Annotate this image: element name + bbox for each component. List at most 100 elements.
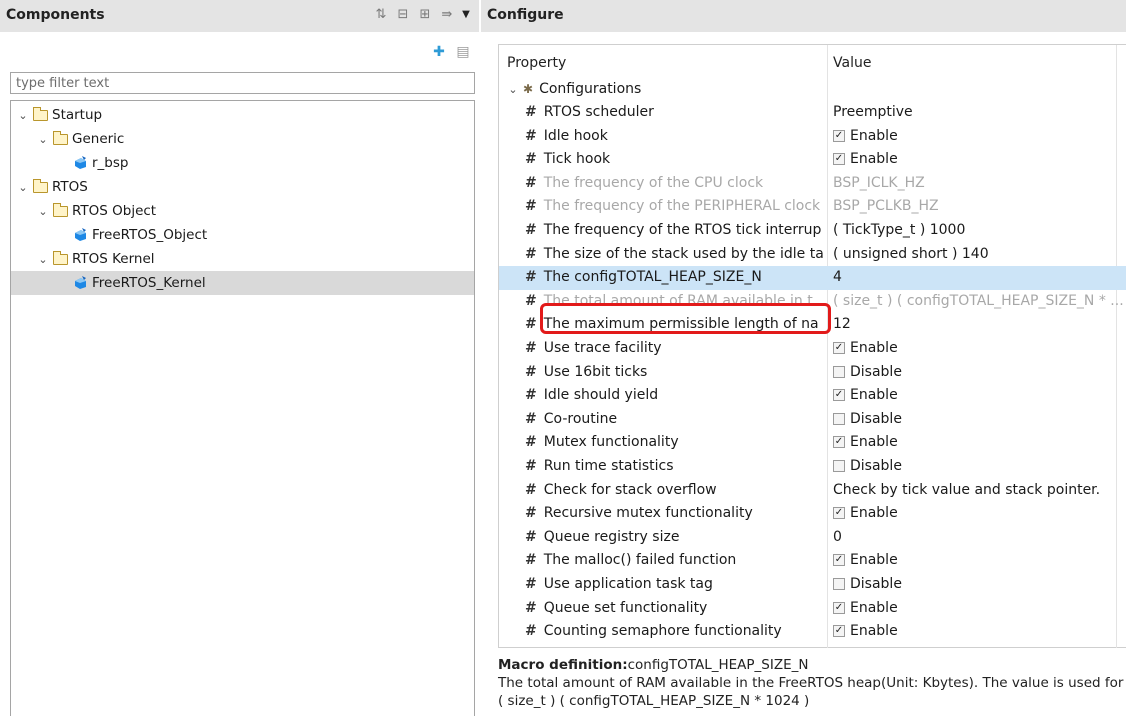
checkbox-checked[interactable]: ✓ [833,129,845,142]
property-row[interactable]: # Idle should yield ✓ Enable [499,384,1126,408]
property-row[interactable]: # Use application task tag Disable [499,573,1126,597]
property-row[interactable]: # The configTOTAL_HEAP_SIZE_N 4 [499,266,1126,290]
property-row[interactable]: # Queue set functionality ✓ Enable [499,597,1126,621]
macro-hash-icon: # [525,576,537,592]
checkbox-unchecked[interactable] [833,578,845,590]
property-row[interactable]: # Counting semaphore functionality ✓ Enable [499,620,1126,644]
value-cell[interactable]: BSP_ICLK_HZ [833,175,1123,191]
checkbox-checked[interactable]: ✓ [833,554,845,567]
value-cell[interactable]: ✓ Enable [833,340,1123,356]
value-cell[interactable]: ( unsigned short ) 140 [833,246,1123,262]
checkbox-unchecked[interactable] [833,365,845,378]
value-cell[interactable]: 0 [833,529,1123,545]
value-column-header[interactable]: Value [833,55,871,71]
checkbox-unchecked[interactable] [833,412,845,425]
property-row[interactable]: # Check for stack overflow Check by tick v… [499,479,1126,503]
chevron-down-icon[interactable]: ⌄ [37,253,49,266]
macro-hash-icon: # [525,222,537,238]
tree-folder[interactable]: ⌄ Generic [11,127,474,151]
checkbox-checked[interactable]: ✓ [833,342,845,354]
sort-icon[interactable]: ⇅ [373,6,389,22]
tree-folder[interactable]: ⌄ Startup [11,103,474,127]
property-name: The frequency of the PERIPHERAL clock [543,198,821,215]
property-row[interactable]: # Use trace facility ✓ Enable [499,337,1126,361]
tree-component[interactable]: r_bsp [11,151,474,175]
collapse-all-icon[interactable]: ⊟ [395,6,411,22]
tree-component[interactable]: FreeRTOS_Object [11,223,474,247]
property-row[interactable]: # RTOS scheduler Preemptive [499,101,1126,125]
value-cell[interactable]: Disable [833,364,1123,380]
tree-folder[interactable]: ⌄ RTOS Kernel [11,247,474,271]
property-row[interactable]: # Run time statistics Disable [499,455,1126,479]
tree-folder[interactable]: ⌄ RTOS Object [11,199,474,223]
property-row[interactable]: # Use 16bit ticks Disable [499,361,1126,385]
folder-open-icon [53,202,68,217]
property-value: BSP_ICLK_HZ [833,174,925,191]
chevron-down-icon[interactable]: ⌄ [37,133,49,146]
remove-component-icon[interactable]: ▤ [455,44,471,60]
link-icon[interactable]: ⇛ [439,6,455,22]
checkbox-checked[interactable]: ✓ [833,436,845,449]
value-cell[interactable]: Preemptive [833,104,1123,120]
value-cell[interactable]: 12 [833,316,1123,332]
value-cell[interactable]: ✓ Enable [833,387,1123,403]
property-cell: # The frequency of the PERIPHERAL clock [525,198,825,214]
property-row[interactable]: # Queue registry size 0 [499,526,1126,550]
property-cell: # Co-routine [525,411,825,427]
value-cell[interactable]: ✓ Enable [833,434,1123,450]
property-row[interactable]: # Idle hook ✓ Enable [499,125,1126,149]
value-cell[interactable]: Disable [833,576,1123,592]
property-value: Disable [850,363,902,380]
view-menu-icon[interactable]: ▼ [461,6,471,22]
value-cell[interactable]: 4 [833,269,1123,285]
property-row[interactable]: # The frequency of the CPU clock BSP_ICLK_… [499,172,1126,196]
value-cell[interactable]: ✓ Enable [833,552,1123,568]
value-cell[interactable]: ✓ Enable [833,623,1123,639]
property-value: Enable [850,623,898,640]
property-row[interactable]: # Mutex functionality ✓ Enable [499,431,1126,455]
property-column-header[interactable]: Property [507,55,566,71]
property-value: 12 [833,316,851,333]
macro-hash-icon: # [525,458,537,474]
property-row[interactable]: # The maximum permissible length of na 12 [499,313,1126,337]
checkbox-checked[interactable]: ✓ [833,389,845,402]
property-row[interactable]: # The frequency of the PERIPHERAL clock BS… [499,195,1126,219]
chevron-down-icon[interactable]: ⌄ [507,83,519,96]
chevron-down-icon[interactable]: ⌄ [17,109,29,122]
value-cell[interactable]: BSP_PCLKB_HZ [833,198,1123,214]
value-cell[interactable]: ✓ Enable [833,128,1123,144]
checkbox-checked[interactable]: ✓ [833,601,845,614]
checkbox-checked[interactable]: ✓ [833,625,845,638]
configurations-label: Configurations [539,81,642,97]
value-cell[interactable]: ✓ Enable [833,151,1123,167]
tree-folder[interactable]: ⌄ RTOS [11,175,474,199]
configurations-group[interactable]: ⌄ ✱ Configurations [499,78,1126,100]
value-cell[interactable]: ( size_t ) ( configTOTAL_HEAP_SIZE_N * .… [833,293,1123,309]
checkbox-checked[interactable]: ✓ [833,507,845,520]
property-row[interactable]: # The size of the stack used by the idle … [499,243,1126,267]
property-row[interactable]: # The frequency of the RTOS tick interrup… [499,219,1126,243]
filter-input[interactable] [10,72,475,94]
property-row[interactable]: # Tick hook ✓ Enable [499,148,1126,172]
checkbox-checked[interactable]: ✓ [833,153,845,166]
tree-item-label: r_bsp [92,155,129,171]
chevron-down-icon[interactable]: ⌄ [37,205,49,218]
macro-hash-icon: # [525,269,537,286]
checkbox-unchecked[interactable] [833,460,845,472]
add-component-icon[interactable]: ✚ [431,44,447,60]
property-row[interactable]: # The total amount of RAM available in t (… [499,290,1126,314]
value-cell[interactable]: ( TickType_t ) 1000 [833,222,1123,238]
chevron-down-icon[interactable]: ⌄ [17,181,29,194]
property-row[interactable]: # Recursive mutex functionality ✓ Enable [499,502,1126,526]
component-icon [75,228,86,241]
value-cell[interactable]: Check by tick value and stack pointer. [833,482,1123,498]
value-cell[interactable]: Disable [833,411,1123,427]
property-row[interactable]: # The malloc() failed function ✓ Enable [499,549,1126,573]
expand-all-icon[interactable]: ⊞ [417,6,433,22]
property-row[interactable]: # Co-routine Disable [499,408,1126,432]
value-cell[interactable]: ✓ Enable [833,505,1123,521]
tree-component[interactable]: FreeRTOS_Kernel [11,271,474,295]
macro-hash-icon: # [525,599,537,616]
value-cell[interactable]: ✓ Enable [833,600,1123,616]
value-cell[interactable]: Disable [833,458,1123,474]
